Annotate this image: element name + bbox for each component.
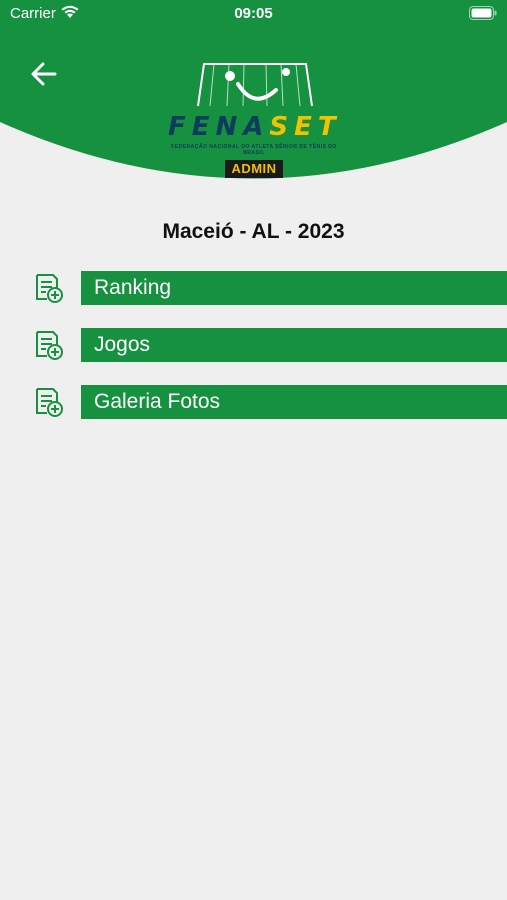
app-header: Carrier 09:05 FENASET FEDERAÇÃO NACIONAL… xyxy=(0,0,507,185)
logo-subtitle: FEDERAÇÃO NACIONAL DO ATLETA SÊNIOR DE T… xyxy=(171,144,337,156)
menu-item-label[interactable]: Galeria Fotos xyxy=(81,385,507,419)
tennis-court-logo-icon xyxy=(197,63,313,107)
document-add-icon xyxy=(36,388,63,417)
admin-badge: ADMIN xyxy=(225,160,283,178)
logo-wordmark: FENASET xyxy=(168,112,342,142)
clock: 09:05 xyxy=(234,5,273,22)
menu-item-jogos[interactable]: Jogos xyxy=(0,328,507,364)
document-add-icon xyxy=(36,274,63,303)
menu-item-ranking[interactable]: Ranking xyxy=(0,271,507,307)
page-title: Maceió - AL - 2023 xyxy=(162,220,345,243)
battery-icon xyxy=(469,6,497,20)
document-add-icon xyxy=(36,331,63,360)
menu-item-label[interactable]: Ranking xyxy=(81,271,507,305)
menu-item-galeria-fotos[interactable]: Galeria Fotos xyxy=(0,385,507,421)
back-arrow-icon[interactable] xyxy=(28,58,60,90)
menu-item-label[interactable]: Jogos xyxy=(81,328,507,362)
status-bar: Carrier 09:05 xyxy=(0,0,507,28)
